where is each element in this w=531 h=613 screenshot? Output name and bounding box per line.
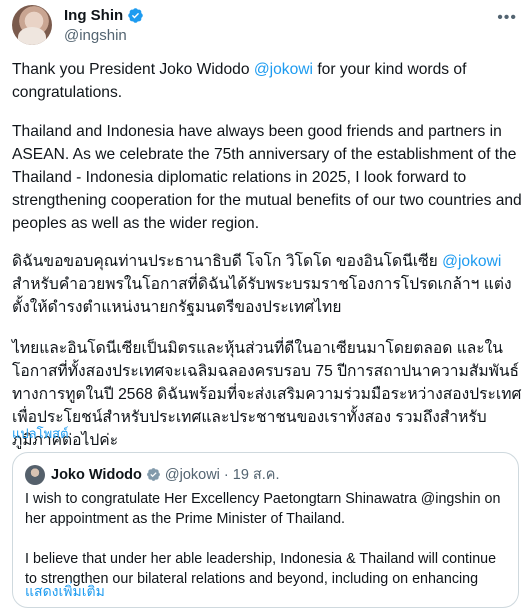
tweet-paragraph-3: ดิฉันขอขอบคุณท่านประธานาธิบดี โจโก วิโดโ… [12, 250, 524, 319]
quoted-avatar [25, 464, 45, 485]
author-display-name[interactable]: Ing Shin [64, 7, 123, 24]
tweet-header: Ing Shin @ingshin ••• [12, 5, 519, 45]
author-handle[interactable]: @ingshin [64, 27, 127, 44]
mention-link[interactable]: @jokowi [254, 61, 313, 78]
quoted-tweet[interactable]: Joko Widodo @jokowi · 19 ส.ค. I wish to … [12, 452, 519, 608]
tweet-text: สำหรับคำอวยพรในโอกาสที่ดิฉันได้รับพระบรม… [12, 276, 512, 316]
tweet-paragraph-1: Thank you President Joko Widodo @jokowi … [12, 58, 524, 104]
quoted-tweet-header: Joko Widodo @jokowi · 19 ส.ค. [25, 463, 280, 486]
quoted-text-paragraph-1: I wish to congratulate Her Excellency Pa… [25, 491, 501, 527]
quoted-display-name: Joko Widodo [51, 466, 142, 483]
more-icon[interactable]: ••• [497, 10, 517, 26]
translate-post-link[interactable]: แปลโพสต์ [12, 423, 69, 444]
verified-badge-icon [128, 8, 143, 23]
separator-dot: · [223, 466, 229, 483]
mention-link[interactable]: @jokowi [442, 253, 501, 270]
avatar[interactable] [12, 5, 52, 45]
verified-badge-icon [146, 468, 160, 481]
quoted-date: 19 ส.ค. [232, 467, 280, 483]
tweet-paragraph-2: Thailand and Indonesia have always been … [12, 123, 522, 232]
tweet-text: Thank you President Joko Widodo [12, 61, 254, 78]
show-more-link[interactable]: แสดงเพิ่มเติม [25, 581, 105, 603]
quoted-handle: @jokowi [164, 466, 220, 483]
tweet-text: ดิฉันขอขอบคุณท่านประธานาธิบดี โจโก วิโดโ… [12, 253, 443, 270]
tweet-paragraph-4: ไทยและอินโดนีเซียเป็นมิตรและหุ้นส่วนที่ด… [12, 340, 522, 449]
author-name-row: Ing Shin [64, 7, 144, 24]
quoted-tweet-body: I wish to congratulate Her Excellency Pa… [25, 489, 509, 589]
